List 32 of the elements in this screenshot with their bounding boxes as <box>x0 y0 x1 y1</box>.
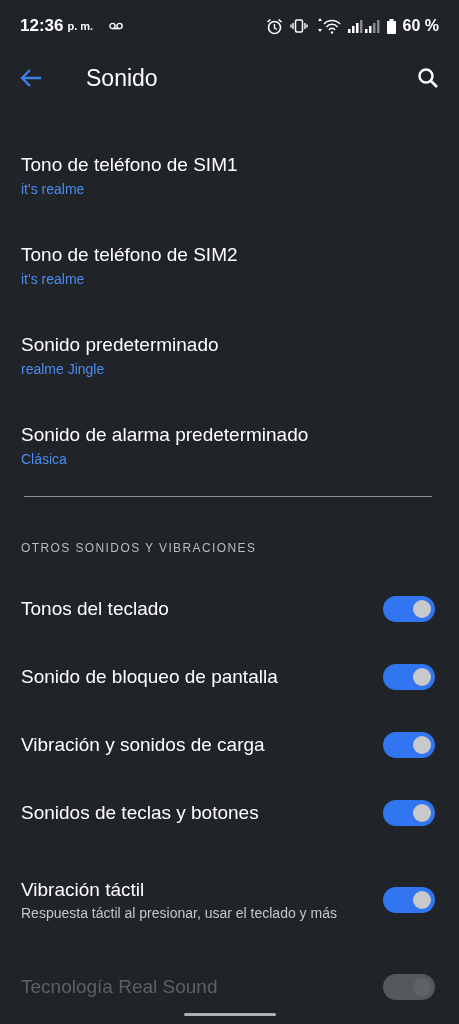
toggle-switch[interactable] <box>383 596 435 622</box>
alarm-icon <box>265 17 283 35</box>
section-header: OTROS SONIDOS Y VIBRACIONES <box>20 540 258 555</box>
setting-value: Clásica <box>21 451 68 467</box>
battery-percent: 60 % <box>402 17 439 35</box>
voicemail-icon <box>109 22 124 30</box>
battery-icon <box>386 18 396 34</box>
setting-subtitle: Respuesta táctil al presionar, usar el teclado y más <box>21 904 338 922</box>
setting-value: it's realme <box>21 181 86 197</box>
setting-title[interactable]: Tono de teléfono de SIM1 <box>21 153 438 177</box>
vibrate-icon <box>289 19 308 33</box>
setting-title: Tonos del teclado <box>21 597 170 621</box>
toggle-switch[interactable] <box>383 887 435 913</box>
setting-title[interactable]: Sonido predeterminado <box>21 333 438 357</box>
status-time: 12:36 <box>20 16 64 36</box>
setting-title: Sonido de bloqueo de pantalla <box>21 665 279 689</box>
signal-icon <box>347 19 380 33</box>
setting-title[interactable]: Tono de teléfono de SIM2 <box>21 243 438 267</box>
toggle-switch[interactable] <box>383 732 435 758</box>
setting-title: Vibración táctil <box>21 878 146 902</box>
setting-title: Vibración y sonidos de carga <box>21 733 266 757</box>
setting-value: realme Jingle <box>21 361 106 377</box>
setting-title: Tecnología Real Sound <box>21 975 219 999</box>
setting-value: it's realme <box>21 271 86 287</box>
toggle-switch[interactable] <box>383 800 435 826</box>
search-icon[interactable] <box>417 67 439 89</box>
status-ampm: p. m. <box>67 20 94 32</box>
setting-title: Sonidos de teclas y botones <box>21 801 260 825</box>
setting-title[interactable]: Sonido de alarma predeterminado <box>21 423 438 447</box>
back-arrow-icon[interactable] <box>20 69 42 87</box>
toggle-switch[interactable] <box>383 664 435 690</box>
page-title: Sonido <box>86 64 158 92</box>
